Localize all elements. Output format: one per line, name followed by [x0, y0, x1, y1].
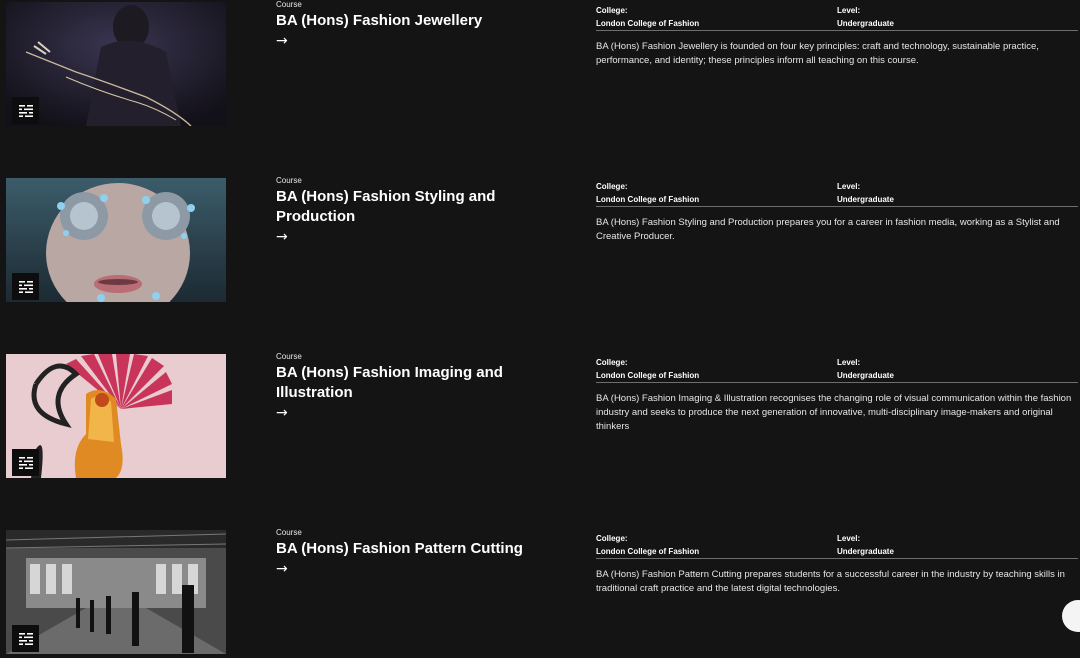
- course-kicker: Course: [276, 528, 302, 537]
- arrow-right-icon[interactable]: →: [276, 229, 576, 245]
- arrow-right-icon[interactable]: →: [276, 405, 576, 421]
- level-field: Level: Undergraduate: [837, 4, 894, 30]
- college-value: London College of Fashion: [596, 195, 700, 204]
- college-field: College: London College of Fashion: [596, 356, 699, 382]
- college-value: London College of Fashion: [596, 371, 700, 380]
- course-meta: College: London College of Fashion Level…: [596, 356, 1078, 434]
- course-meta: College: London College of Fashion Level…: [596, 4, 1078, 68]
- level-label: Level:: [837, 534, 861, 543]
- course-info: Course BA (Hons) Fashion Pattern Cutting…: [276, 528, 576, 577]
- college-field: College: London College of Fashion: [596, 180, 699, 206]
- college-field: College: London College of Fashion: [596, 532, 699, 558]
- college-value: London College of Fashion: [596, 19, 700, 28]
- course-photo-jewellery: [6, 2, 226, 126]
- course-description: BA (Hons) Fashion Jewellery is founded o…: [596, 41, 1039, 66]
- course-photo-styling: [6, 178, 226, 302]
- course-meta-row: College: London College of Fashion Level…: [596, 180, 1078, 207]
- course-list-page: Course BA (Hons) Fashion Jewellery → Col…: [0, 0, 1080, 658]
- level-field: Level: Undergraduate: [837, 356, 894, 382]
- college-label: College:: [596, 182, 628, 191]
- image-filter-icon[interactable]: [12, 273, 39, 300]
- course-title-link[interactable]: BA (Hons) Fashion Styling and Production: [276, 187, 526, 227]
- course-title-link[interactable]: BA (Hons) Fashion Pattern Cutting: [276, 539, 526, 559]
- college-field: College: London College of Fashion: [596, 4, 699, 30]
- college-label: College:: [596, 6, 628, 15]
- filter-lines-icon: [18, 280, 33, 293]
- course-info: Course BA (Hons) Fashion Styling and Pro…: [276, 176, 576, 245]
- course-kicker: Course: [276, 0, 302, 9]
- course-info: Course BA (Hons) Fashion Imaging and Ill…: [276, 352, 576, 421]
- course-info: Course BA (Hons) Fashion Jewellery →: [276, 0, 576, 49]
- course-meta: College: London College of Fashion Level…: [596, 180, 1078, 244]
- image-filter-icon[interactable]: [12, 625, 39, 652]
- course-meta-row: College: London College of Fashion Level…: [596, 4, 1078, 31]
- course-meta-row: College: London College of Fashion Level…: [596, 356, 1078, 383]
- level-field: Level: Undergraduate: [837, 532, 894, 558]
- course-description: BA (Hons) Fashion Pattern Cutting prepar…: [596, 569, 1065, 594]
- filter-lines-icon: [18, 104, 33, 117]
- arrow-right-icon[interactable]: →: [276, 561, 576, 577]
- course-title-link[interactable]: BA (Hons) Fashion Jewellery: [276, 11, 526, 31]
- course-card-fashion-imaging: Course BA (Hons) Fashion Imaging and Ill…: [0, 352, 1080, 492]
- image-filter-icon[interactable]: [12, 97, 39, 124]
- level-value: Undergraduate: [837, 195, 894, 204]
- arrow-right-icon[interactable]: →: [276, 33, 576, 49]
- course-card-fashion-pattern-cutting: Course BA (Hons) Fashion Pattern Cutting…: [0, 528, 1080, 658]
- level-label: Level:: [837, 182, 861, 191]
- course-description: BA (Hons) Fashion Styling and Production…: [596, 217, 1060, 242]
- course-title-link[interactable]: BA (Hons) Fashion Imaging and Illustrati…: [276, 363, 526, 403]
- course-photo-pattern-cutting: [6, 530, 226, 654]
- level-value: Undergraduate: [837, 547, 894, 556]
- filter-lines-icon: [18, 632, 33, 645]
- course-card-fashion-jewellery: Course BA (Hons) Fashion Jewellery → Col…: [0, 0, 1080, 140]
- course-card-fashion-styling: Course BA (Hons) Fashion Styling and Pro…: [0, 176, 1080, 316]
- course-kicker: Course: [276, 352, 302, 361]
- level-label: Level:: [837, 6, 861, 15]
- level-field: Level: Undergraduate: [837, 180, 894, 206]
- image-filter-icon[interactable]: [12, 449, 39, 476]
- course-kicker: Course: [276, 176, 302, 185]
- college-label: College:: [596, 534, 628, 543]
- course-image-fashion-pattern-cutting[interactable]: [6, 530, 226, 654]
- course-meta: College: London College of Fashion Level…: [596, 532, 1078, 596]
- college-label: College:: [596, 358, 628, 367]
- college-value: London College of Fashion: [596, 547, 700, 556]
- course-image-fashion-styling[interactable]: [6, 178, 226, 302]
- level-value: Undergraduate: [837, 371, 894, 380]
- course-image-fashion-imaging[interactable]: [6, 354, 226, 478]
- course-image-fashion-jewellery[interactable]: [6, 2, 226, 126]
- level-value: Undergraduate: [837, 19, 894, 28]
- level-label: Level:: [837, 358, 861, 367]
- filter-lines-icon: [18, 456, 33, 469]
- course-meta-row: College: London College of Fashion Level…: [596, 532, 1078, 559]
- course-description: BA (Hons) Fashion Imaging & Illustration…: [596, 393, 1072, 432]
- course-illustration-imaging: [6, 354, 226, 478]
